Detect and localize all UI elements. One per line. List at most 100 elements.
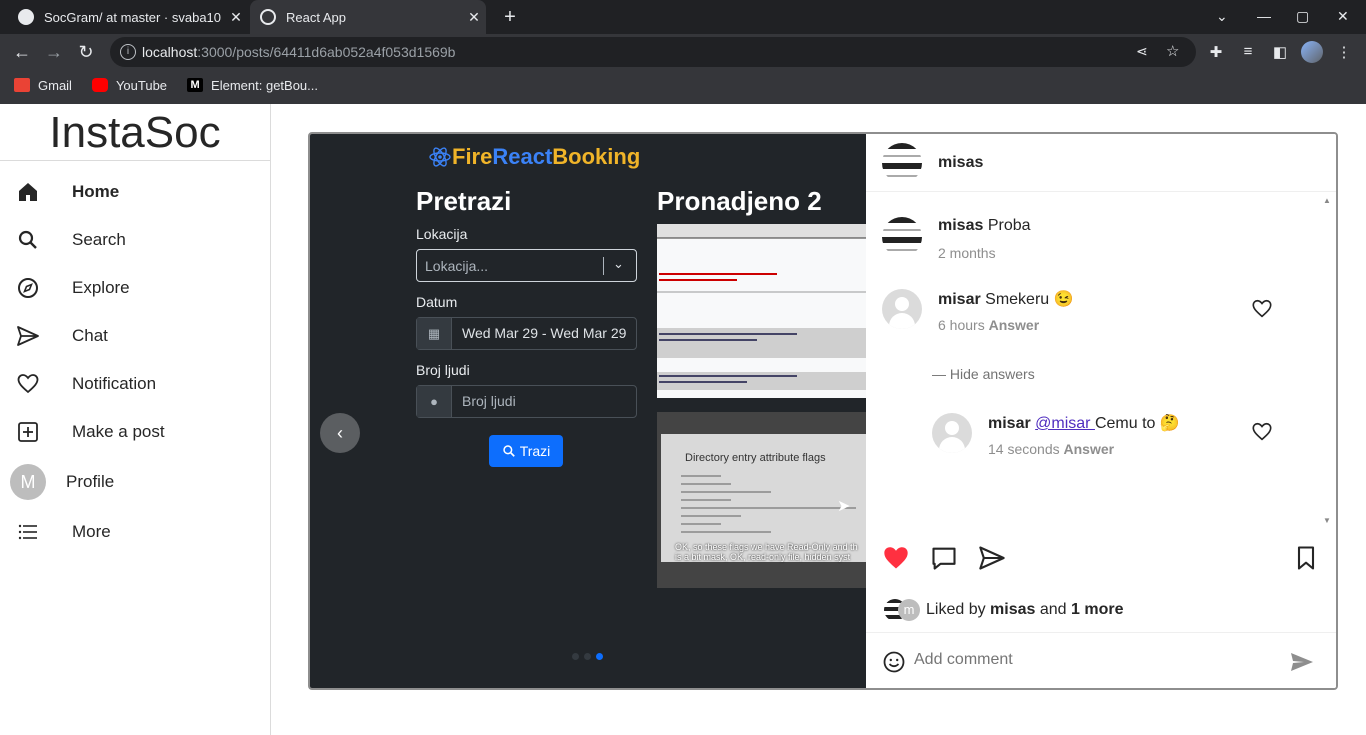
like-heart-icon[interactable] bbox=[882, 544, 910, 572]
heart-icon bbox=[17, 374, 39, 394]
site-info-icon[interactable]: i bbox=[120, 44, 136, 60]
liked-more-link[interactable]: 1 more bbox=[1071, 601, 1123, 618]
sidebar-item-chat[interactable]: Chat bbox=[0, 314, 270, 358]
comments-list: misas Proba 2 months misar Smekeru 😉 6 h… bbox=[866, 192, 1336, 530]
url-path: :3000/posts/64411d6ab052a4f053d1569b bbox=[197, 44, 456, 60]
video-caption: OK, so these flags we have Read-Only and… bbox=[675, 542, 858, 562]
brand-part-fire: Fire bbox=[452, 144, 493, 169]
location-select: Lokacija... ⌄ bbox=[416, 249, 637, 282]
extensions-icon[interactable]: ✚ bbox=[1206, 43, 1226, 61]
post-actions bbox=[866, 530, 1336, 590]
sidebar-item-home[interactable]: Home bbox=[0, 170, 270, 214]
scrollbar-thumb[interactable] bbox=[1323, 208, 1329, 508]
carousel-dots bbox=[572, 653, 608, 660]
bookmark-element[interactable]: M Element: getBou... bbox=[187, 78, 318, 93]
carousel-dot[interactable] bbox=[572, 653, 579, 660]
scroll-down-icon[interactable]: ▼ bbox=[1323, 516, 1331, 525]
share-send-icon[interactable] bbox=[978, 544, 1006, 572]
mention-link[interactable]: @misar bbox=[1035, 415, 1095, 432]
calendar-icon: ▦ bbox=[417, 318, 452, 349]
liked-by-text: Liked by misas and 1 more bbox=[926, 601, 1123, 619]
globe-icon bbox=[260, 9, 276, 25]
avatar-head bbox=[945, 421, 959, 435]
sidebar-item-label: Search bbox=[72, 230, 126, 249]
new-tab-icon[interactable]: + bbox=[498, 5, 522, 29]
bookmark-gmail[interactable]: Gmail bbox=[14, 78, 72, 93]
reload-icon[interactable]: ↻ bbox=[75, 41, 97, 63]
back-icon[interactable]: ← bbox=[11, 41, 33, 63]
bookmark-label: YouTube bbox=[115, 77, 168, 93]
liked-mid: and bbox=[1035, 601, 1072, 618]
avatar[interactable] bbox=[882, 217, 922, 257]
comment-icon[interactable] bbox=[930, 544, 958, 572]
comment-body: Smekeru 😉 bbox=[985, 291, 1074, 308]
sidebar-item-search[interactable]: Search bbox=[0, 218, 270, 262]
avatar: M bbox=[10, 464, 46, 500]
home-icon bbox=[19, 183, 37, 201]
side-panel-icon[interactable]: ◧ bbox=[1270, 43, 1290, 61]
bookmarks-bar: Gmail YouTube M Element: getBou... bbox=[0, 70, 1366, 100]
bookmark-youtube[interactable]: YouTube bbox=[91, 77, 168, 93]
comment-time: 14 seconds bbox=[988, 441, 1060, 457]
results-heading: Pronadjeno 2 bbox=[657, 186, 822, 216]
answer-button[interactable]: Answer bbox=[989, 317, 1040, 333]
avatar[interactable] bbox=[932, 413, 972, 453]
comment-username[interactable]: misar bbox=[938, 291, 981, 308]
liked-prefix: Liked by bbox=[926, 601, 991, 618]
close-window-icon[interactable]: ✕ bbox=[1337, 8, 1349, 25]
result-thumbnail bbox=[657, 224, 866, 398]
sidebar-item-label: Home bbox=[72, 182, 120, 201]
sidebar-item-notification[interactable]: Notification bbox=[0, 362, 270, 406]
kebab-menu-icon[interactable]: ⋮ bbox=[1334, 43, 1354, 61]
sidebar-item-label: Make a post bbox=[72, 422, 165, 441]
carousel-dot-active[interactable] bbox=[596, 653, 603, 660]
add-comment-input[interactable] bbox=[914, 651, 1274, 669]
comment-username[interactable]: misas bbox=[938, 217, 983, 234]
tab-react-app[interactable]: React App ✕ bbox=[250, 0, 486, 34]
select-divider bbox=[603, 257, 604, 275]
tab-search-icon[interactable]: ⌄ bbox=[1216, 8, 1228, 25]
profile-avatar[interactable] bbox=[1301, 41, 1323, 63]
close-tab-icon[interactable]: ✕ bbox=[462, 9, 486, 26]
avatar[interactable] bbox=[882, 289, 922, 329]
share-icon[interactable]: ⋖ bbox=[1136, 43, 1148, 60]
avatar[interactable] bbox=[882, 143, 922, 183]
gmail-icon bbox=[14, 78, 30, 92]
forward-icon[interactable]: → bbox=[43, 41, 65, 63]
reply-like-heart-icon[interactable] bbox=[1251, 421, 1273, 443]
plus-square-icon bbox=[18, 422, 38, 442]
liked-username[interactable]: misas bbox=[990, 601, 1035, 618]
close-tab-icon[interactable]: ✕ bbox=[224, 9, 248, 26]
comment-username[interactable]: misar bbox=[988, 415, 1031, 432]
comment-body: Cemu to 🤔 bbox=[1094, 415, 1180, 432]
post-author[interactable]: misas bbox=[938, 154, 983, 172]
search-heading: Pretrazi bbox=[416, 186, 512, 216]
maximize-icon[interactable]: ▢ bbox=[1296, 8, 1309, 25]
bookmark-star-icon[interactable]: ☆ bbox=[1166, 42, 1179, 60]
liked-by-row: m Liked by misas and 1 more bbox=[884, 596, 1123, 624]
post-media: Fire React Booking Pretrazi Pronadjeno 2 L… bbox=[310, 134, 866, 688]
brand-part-react: React bbox=[492, 144, 553, 169]
sidebar-item-label: Chat bbox=[72, 326, 108, 345]
emoji-icon[interactable] bbox=[882, 650, 906, 674]
app-logo[interactable]: InstaSoc bbox=[0, 108, 270, 158]
comments-scrollbar[interactable]: ▲ ▼ bbox=[1320, 192, 1334, 530]
tab-socgram[interactable]: SocGram/ at master · svaba10 ✕ bbox=[8, 0, 248, 34]
media-queue-icon[interactable]: ≡ bbox=[1238, 43, 1258, 60]
sidebar-item-more[interactable]: More bbox=[0, 510, 270, 554]
carousel-prev-button[interactable]: ‹ bbox=[320, 413, 360, 453]
answer-button[interactable]: Answer bbox=[1064, 441, 1115, 457]
carousel-dot[interactable] bbox=[584, 653, 591, 660]
send-comment-icon[interactable] bbox=[1290, 651, 1314, 673]
sidebar-item-make-post[interactable]: Make a post bbox=[0, 410, 270, 454]
date-range-value: Wed Mar 29 - Wed Mar 29 bbox=[462, 325, 627, 341]
sidebar-item-profile[interactable]: M Profile bbox=[0, 460, 270, 504]
bookmark-icon[interactable] bbox=[1292, 544, 1320, 572]
comment-like-heart-icon[interactable] bbox=[1251, 298, 1273, 320]
chevron-down-icon: ⌄ bbox=[613, 256, 624, 271]
hide-answers-button[interactable]: — Hide answers bbox=[932, 366, 1035, 382]
scroll-up-icon[interactable]: ▲ bbox=[1323, 196, 1331, 205]
address-bar[interactable]: i localhost:3000/posts/64411d6ab052a4f05… bbox=[110, 37, 1196, 67]
minimize-icon[interactable]: — bbox=[1257, 8, 1271, 24]
sidebar-item-explore[interactable]: Explore bbox=[0, 266, 270, 310]
